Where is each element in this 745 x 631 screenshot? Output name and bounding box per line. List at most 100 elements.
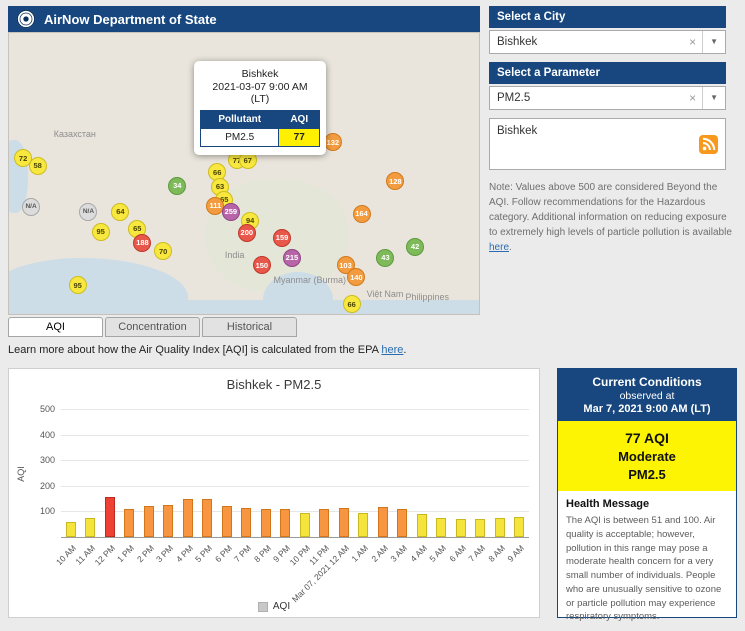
clear-parameter-icon[interactable]: ×	[683, 91, 702, 105]
aqi-map-marker[interactable]: 128	[386, 172, 405, 191]
app-header: AirNow Department of State	[8, 6, 480, 32]
popup-lt: (LT)	[250, 93, 270, 105]
aqi-bar	[416, 514, 427, 537]
popup-col-aqi: AQI	[278, 110, 320, 129]
current-conditions-header: Current Conditions observed at Mar 7, 20…	[558, 369, 736, 421]
chart-gridline	[61, 434, 529, 436]
aqi-bar	[358, 512, 369, 537]
aqi-map-marker[interactable]: 64	[111, 202, 130, 221]
aqi-map-marker[interactable]: 95	[68, 276, 87, 295]
aqi-bar	[514, 517, 525, 537]
note-text-after: .	[509, 242, 512, 253]
feed-city-box[interactable]: Bishkek	[489, 118, 726, 170]
chart-plot: 100 200 300 400 500 10 AM 11 AM 12 PM 1 PM 2 PM 3 …	[9, 369, 539, 617]
aqi-map-marker[interactable]: 95	[91, 222, 110, 241]
aqi-bar	[124, 508, 135, 537]
legend-item-aqi[interactable]: AQI	[9, 601, 539, 612]
popup-aqi-value: 77	[278, 128, 320, 147]
legend-label: AQI	[272, 601, 291, 612]
aqi-map-marker[interactable]: 58	[28, 156, 47, 175]
aqi-map-marker[interactable]: 140	[347, 268, 366, 287]
epa-text: Learn more about how the Air Quality Ind…	[8, 344, 382, 356]
aqi-bar	[377, 506, 388, 537]
aqi-map-marker[interactable]: 164	[352, 204, 371, 223]
epa-info-line: Learn more about how the Air Quality Ind…	[8, 344, 406, 356]
aqi-bar	[163, 505, 174, 537]
aqi-bar	[202, 499, 213, 537]
aqi-map-marker[interactable]: N/A	[22, 197, 41, 216]
clear-city-icon[interactable]: ×	[683, 35, 702, 49]
map-place-label: Myanmar (Burma)	[273, 275, 347, 286]
map-place-label: Việt Nam	[366, 289, 404, 300]
aqi-map-marker[interactable]: N/A	[79, 202, 98, 221]
beyond-aqi-note: Note: Values above 500 are considered Be…	[489, 180, 733, 255]
city-select[interactable]: Bishkek × ▼	[489, 30, 726, 54]
aqi-map-marker[interactable]: 215	[282, 248, 301, 267]
chevron-down-icon[interactable]: ▼	[702, 31, 725, 53]
aqi-bar	[65, 521, 76, 537]
popup-table: Pollutant AQI PM2.5 77	[199, 110, 320, 147]
rss-feed-icon[interactable]	[699, 135, 718, 154]
current-conditions-panel: Current Conditions observed at Mar 7, 20…	[557, 368, 737, 622]
chart-gridline	[61, 485, 529, 487]
cc-pollutant: PM2.5	[628, 467, 666, 482]
tab-historical[interactable]: Historical	[202, 317, 297, 337]
aqi-map-marker[interactable]: 159	[273, 228, 292, 247]
aqi-bar	[182, 498, 193, 537]
cc-health-section: Health Message The AQI is between 51 and…	[558, 491, 736, 631]
cc-aqi-box: 77 AQI Moderate PM2.5	[558, 421, 736, 491]
cc-observed-at: observed at	[619, 390, 675, 402]
y-axis-tick-label: 500	[39, 404, 55, 414]
parameter-select[interactable]: PM2.5 × ▼	[489, 86, 726, 110]
y-axis-tick-label: 300	[39, 455, 55, 466]
cc-health-text: The AQI is between 51 and 100. Air quali…	[566, 515, 722, 623]
popup-col-pollutant: Pollutant	[199, 110, 280, 129]
aqi-map-marker[interactable]: 42	[406, 237, 425, 256]
map-place-label: Philippines	[405, 292, 450, 303]
aqi-map-marker[interactable]: 259	[221, 202, 240, 221]
chart-panel: Bishkek - PM2.5 AQI 100 200 300 400 500 10 AM…	[8, 368, 540, 618]
map-popup: Bishkek 2021-03-07 9:00 AM (LT) Pollutan…	[194, 61, 326, 155]
city-select-value: Bishkek	[497, 36, 538, 48]
app-title: AirNow Department of State	[44, 11, 217, 27]
tab-concentration[interactable]: Concentration	[105, 317, 200, 337]
aqi-map-marker[interactable]: 200	[237, 223, 256, 242]
aqi-bar	[436, 517, 447, 537]
aqi-bar	[338, 508, 349, 537]
aqi-map-marker[interactable]: 132	[323, 133, 342, 152]
note-text: Note: Values above 500 are considered Be…	[489, 182, 732, 238]
aqi-map-marker[interactable]: 43	[376, 248, 395, 267]
map-place-label: India	[224, 249, 245, 260]
aqi-map-marker[interactable]: 70	[154, 242, 173, 261]
aqi-bar	[143, 506, 154, 537]
chevron-down-icon[interactable]: ▼	[702, 87, 725, 109]
dos-seal-icon	[16, 9, 36, 29]
aqi-bar	[475, 519, 486, 537]
aqi-bar	[319, 508, 330, 537]
y-axis-tick-label: 100	[39, 506, 55, 517]
parameter-select-value: PM2.5	[497, 92, 531, 104]
aqi-bar	[494, 518, 505, 537]
select-city-header: Select a City	[489, 6, 726, 28]
aqi-bar	[280, 509, 291, 537]
aqi-map-marker[interactable]: 66	[342, 295, 361, 314]
epa-text-after: .	[403, 344, 407, 356]
tab-aqi[interactable]: AQI	[8, 317, 103, 337]
view-tabs: AQI Concentration Historical	[8, 317, 297, 337]
aqi-map-marker[interactable]: 188	[133, 233, 152, 252]
aqi-bar	[104, 497, 115, 537]
epa-here-link[interactable]: here	[381, 344, 403, 356]
aqi-bar	[455, 518, 466, 537]
chart-gridline	[61, 409, 529, 410]
cc-aqi-value: 77 AQI	[625, 430, 669, 446]
aqi-map-marker[interactable]: 150	[252, 256, 271, 275]
aqi-bar	[397, 509, 408, 537]
aqi-map-marker[interactable]: 34	[168, 176, 187, 195]
cc-datetime: Mar 7, 2021 9:00 AM (LT)	[583, 403, 711, 415]
feed-city-value: Bishkek	[497, 125, 538, 137]
map-place-label: Казахстан	[53, 129, 96, 140]
map[interactable]: 72 58 N/A N/A 95 64 65 188 70 34 95 66 63 77 67 65 111 25…	[8, 32, 480, 315]
popup-datetime: 2021-03-07 9:00 AM	[212, 81, 308, 93]
note-here-link[interactable]: here	[489, 242, 509, 253]
y-axis-tick-label: 400	[39, 429, 55, 440]
